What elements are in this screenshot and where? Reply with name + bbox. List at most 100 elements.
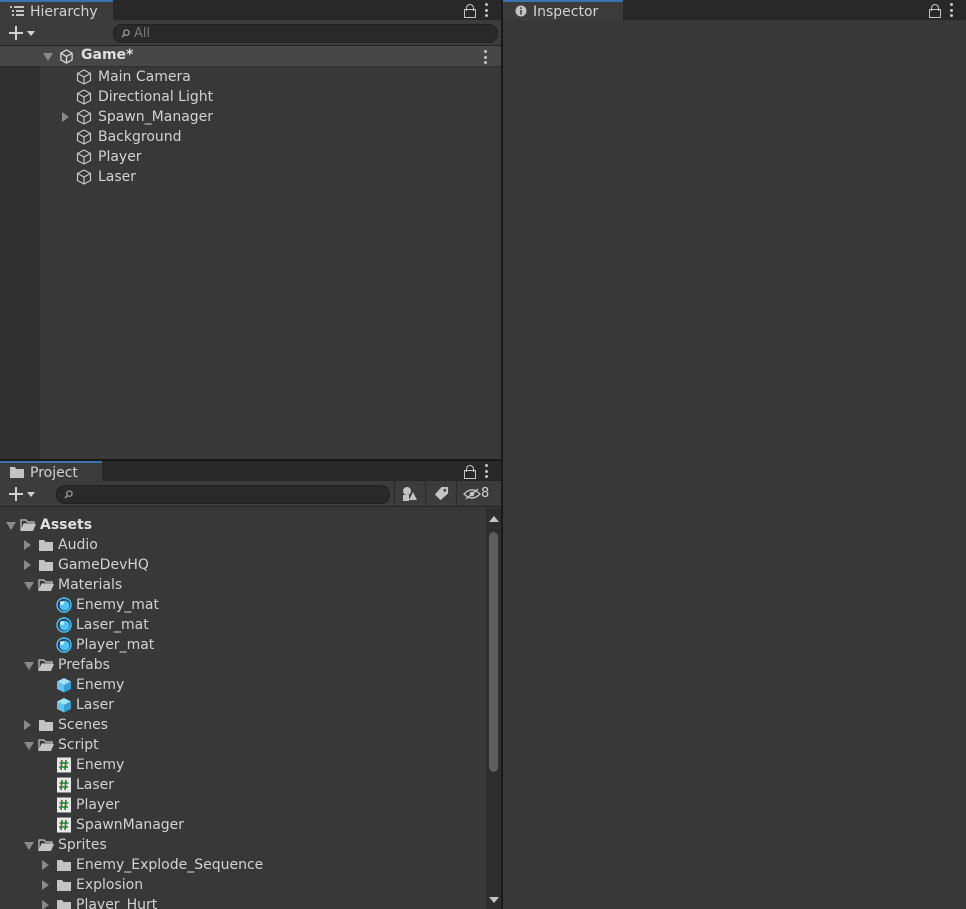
hidden-packages-button[interactable]: 8 <box>456 481 501 507</box>
tree-item-label: Enemy <box>76 757 125 773</box>
plus-icon <box>9 487 23 501</box>
create-dropdown-button[interactable] <box>7 24 41 42</box>
tree-item-label: Audio <box>58 537 98 553</box>
tree-item-label: Laser <box>76 777 115 793</box>
scene-row[interactable]: Game* <box>0 46 501 67</box>
gameobject-cube-icon <box>76 89 92 105</box>
folder-open-icon <box>38 837 54 853</box>
csharp-script-icon <box>56 777 72 793</box>
tab-inspector[interactable]: Inspector <box>503 0 623 20</box>
eye-slash-icon <box>463 488 481 500</box>
expand-arrow-icon[interactable] <box>42 860 49 870</box>
folder-icon <box>10 467 24 478</box>
project-panel: Project 8 Assets Audio GameDevHQ Materia… <box>0 461 501 909</box>
lock-icon[interactable] <box>929 4 941 18</box>
collapse-arrow-icon[interactable] <box>24 580 34 590</box>
tree-item-label: Scenes <box>58 717 108 733</box>
folder-open-icon <box>38 737 54 753</box>
tree-item-label: Player_mat <box>76 637 155 653</box>
hierarchy-gutter <box>0 67 40 459</box>
create-dropdown-button[interactable] <box>7 485 41 503</box>
plus-icon <box>9 26 23 40</box>
prefab-icon <box>56 677 72 693</box>
tree-item-label: Prefabs <box>58 657 110 673</box>
search-by-label-button[interactable] <box>425 481 456 507</box>
tree-item-label: Explosion <box>76 877 144 893</box>
shapes-icon <box>403 487 417 501</box>
tab-project[interactable]: Project <box>0 461 102 481</box>
tree-item-label: Player <box>76 797 120 813</box>
tab-project-label: Project <box>30 465 78 481</box>
expand-arrow-icon[interactable] <box>42 880 49 890</box>
more-options-icon[interactable] <box>949 3 953 17</box>
project-scrollbar[interactable] <box>486 508 501 909</box>
tree-item-label: Assets <box>40 517 93 533</box>
project-tabbar: Project <box>0 461 501 481</box>
project-toolbar: 8 <box>0 481 501 507</box>
collapse-arrow-icon[interactable] <box>6 520 16 530</box>
tab-hierarchy[interactable]: Hierarchy <box>0 0 113 20</box>
hierarchy-item-label: Spawn_Manager <box>98 109 214 125</box>
hierarchy-item-label: Background <box>98 129 182 145</box>
tab-inspector-label: Inspector <box>533 4 599 20</box>
tree-item-label: Materials <box>58 577 123 593</box>
info-icon <box>515 5 527 17</box>
tree-item-label: Enemy_mat <box>76 597 159 613</box>
folder-open-icon <box>20 517 36 533</box>
hierarchy-search-input[interactable] <box>134 25 441 42</box>
gameobject-cube-icon <box>76 169 92 185</box>
search-by-type-button[interactable] <box>394 481 425 507</box>
gameobject-cube-icon <box>76 109 92 125</box>
folder-icon <box>38 717 54 733</box>
scroll-down-icon[interactable] <box>489 897 499 903</box>
scroll-thumb[interactable] <box>489 532 498 772</box>
expand-arrow-icon[interactable] <box>24 540 31 550</box>
lock-icon[interactable] <box>464 465 476 479</box>
tree-item-label: Sprites <box>58 837 107 853</box>
expand-arrow-icon[interactable] <box>24 720 31 730</box>
collapse-arrow-icon[interactable] <box>24 660 34 670</box>
prefab-icon <box>56 697 72 713</box>
tree-item-label: Enemy <box>76 677 125 693</box>
scene-options-icon[interactable] <box>483 50 487 64</box>
csharp-script-icon <box>56 757 72 773</box>
expand-arrow-icon[interactable] <box>42 900 49 909</box>
material-icon <box>56 617 72 633</box>
scene-name: Game* <box>81 47 134 63</box>
tree-item-label: Player_Hurt <box>76 897 158 909</box>
hierarchy-item-label: Player <box>98 149 142 165</box>
gameobject-cube-icon <box>76 69 92 85</box>
tree-item-label: Laser_mat <box>76 617 149 633</box>
search-icon <box>121 29 130 38</box>
project-search[interactable] <box>56 485 390 504</box>
inspector-panel: Inspector <box>503 0 966 909</box>
collapse-arrow-icon[interactable] <box>43 53 53 61</box>
folder-icon <box>56 897 72 909</box>
folder-open-icon <box>38 577 54 593</box>
inspector-tabbar: Inspector <box>503 0 966 20</box>
dropdown-arrow-icon <box>27 31 35 36</box>
hierarchy-tabbar: Hierarchy <box>0 0 501 20</box>
more-options-icon[interactable] <box>484 464 488 478</box>
scroll-up-icon[interactable] <box>489 516 499 522</box>
unity-scene-icon <box>60 49 73 64</box>
expand-arrow-icon[interactable] <box>62 112 69 122</box>
project-search-input[interactable] <box>77 486 343 503</box>
hierarchy-item-label: Main Camera <box>98 69 191 85</box>
gameobject-cube-icon <box>76 129 92 145</box>
tree-item-label: SpawnManager <box>76 817 185 833</box>
search-icon <box>64 490 73 499</box>
expand-arrow-icon[interactable] <box>24 560 31 570</box>
hierarchy-search[interactable] <box>113 24 498 43</box>
dropdown-arrow-icon <box>27 492 35 497</box>
collapse-arrow-icon[interactable] <box>24 740 34 750</box>
tree-item-label: GameDevHQ <box>58 557 149 573</box>
lock-icon[interactable] <box>464 4 476 18</box>
hierarchy-panel: Hierarchy Game* Main CameraDirectional <box>0 0 501 459</box>
tree-item-label: Enemy_Explode_Sequence <box>76 857 264 873</box>
collapse-arrow-icon[interactable] <box>24 840 34 850</box>
tab-hierarchy-label: Hierarchy <box>30 4 98 20</box>
more-options-icon[interactable] <box>484 3 488 17</box>
hierarchy-toolbar <box>0 20 501 46</box>
csharp-script-icon <box>56 797 72 813</box>
